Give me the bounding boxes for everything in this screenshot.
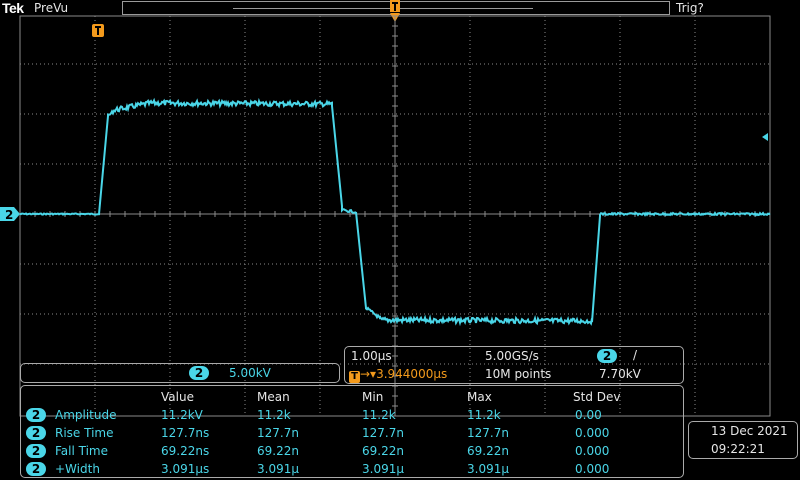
measurement-std-dev: 0.000 — [575, 462, 610, 476]
channel-badge: 2 — [26, 462, 46, 476]
measurement-label: Rise Time — [55, 426, 114, 440]
measurement-mean: 69.22n — [257, 444, 299, 458]
measurement-label: Amplitude — [55, 408, 117, 422]
column-header-std-dev: Std Dev — [573, 390, 621, 404]
date-time-panel[interactable]: 13 Dec 2021 09:22:21 — [688, 421, 798, 459]
measurement-value: 69.22ns — [161, 444, 210, 458]
measurement-mean: 127.7n — [257, 426, 299, 440]
markers: 2 — [0, 24, 768, 222]
measurements-panel[interactable]: Value Mean Min Max Std Dev 2 Amplitude 1… — [20, 385, 684, 478]
measurement-std-dev: 0.000 — [575, 444, 610, 458]
measurement-min: 11.2k — [362, 408, 396, 422]
trigger-level-arrow[interactable] — [762, 133, 768, 141]
measurement-value: 127.7ns — [161, 426, 210, 440]
measurement-max: 3.091µ — [467, 462, 509, 476]
channel-badge: 2 — [26, 444, 46, 458]
channel-scale-readout[interactable]: 2 5.00kV — [20, 363, 340, 383]
measurement-row-rise-time[interactable]: 2 Rise Time 127.7ns 127.7n 127.7n 127.7n… — [21, 425, 681, 443]
measurement-row-positive-width[interactable]: 2 +Width 3.091µs 3.091µ 3.091µ 3.091µ 0.… — [21, 461, 681, 479]
column-header-value: Value — [161, 390, 194, 404]
measurement-min: 69.22n — [362, 444, 404, 458]
trigger-delay-row: T →▾3.944000µs — [349, 367, 447, 383]
time-readout: 09:22:21 — [711, 442, 765, 456]
measurement-max: 11.2k — [467, 408, 501, 422]
trigger-time-marker[interactable] — [92, 24, 104, 37]
measurement-value: 11.2kV — [161, 408, 203, 422]
column-header-max: Max — [467, 390, 492, 404]
horizontal-trigger-readout[interactable]: 1.00µs 5.00GS/s 2 / T →▾3.944000µs 10M po… — [344, 346, 684, 384]
measurement-min: 127.7n — [362, 426, 404, 440]
trigger-slope-icon: / — [633, 348, 638, 362]
measurement-min: 3.091µ — [362, 462, 404, 476]
measurement-label: +Width — [55, 462, 100, 476]
measurement-row-amplitude[interactable]: 2 Amplitude 11.2kV 11.2k 11.2k 11.2k 0.0… — [21, 407, 681, 425]
trigger-level: 7.70kV — [599, 367, 641, 381]
measurement-row-fall-time[interactable]: 2 Fall Time 69.22ns 69.22n 69.22n 69.22n… — [21, 443, 681, 461]
record-length: 10M points — [485, 367, 552, 381]
time-per-div: 1.00µs — [351, 349, 392, 363]
measurement-std-dev: 0.00 — [575, 408, 602, 422]
trigger-source-badge: 2 — [597, 349, 617, 363]
arrow-icon: →▾ — [360, 367, 377, 381]
measurement-max: 69.22n — [467, 444, 509, 458]
measurement-mean: 11.2k — [257, 408, 291, 422]
channel-badge: 2 — [26, 408, 46, 422]
measurement-value: 3.091µs — [161, 462, 210, 476]
trigger-icon: T — [349, 371, 360, 383]
channel-badge: 2 — [189, 366, 209, 380]
measurement-max: 127.7n — [467, 426, 509, 440]
channel-badge: 2 — [26, 426, 46, 440]
channel-scale-value: 5.00kV — [229, 366, 271, 380]
measurement-mean: 3.091µ — [257, 462, 299, 476]
date-readout: 13 Dec 2021 — [711, 424, 788, 438]
column-header-mean: Mean — [257, 390, 290, 404]
measurement-label: Fall Time — [55, 444, 109, 458]
channel-2-ground-marker[interactable]: 2 — [0, 207, 20, 222]
measurement-std-dev: 0.000 — [575, 426, 610, 440]
svg-text:2: 2 — [5, 208, 13, 222]
sample-rate: 5.00GS/s — [485, 349, 539, 363]
trigger-delay: 3.944000µs — [376, 367, 448, 381]
column-header-min: Min — [362, 390, 384, 404]
